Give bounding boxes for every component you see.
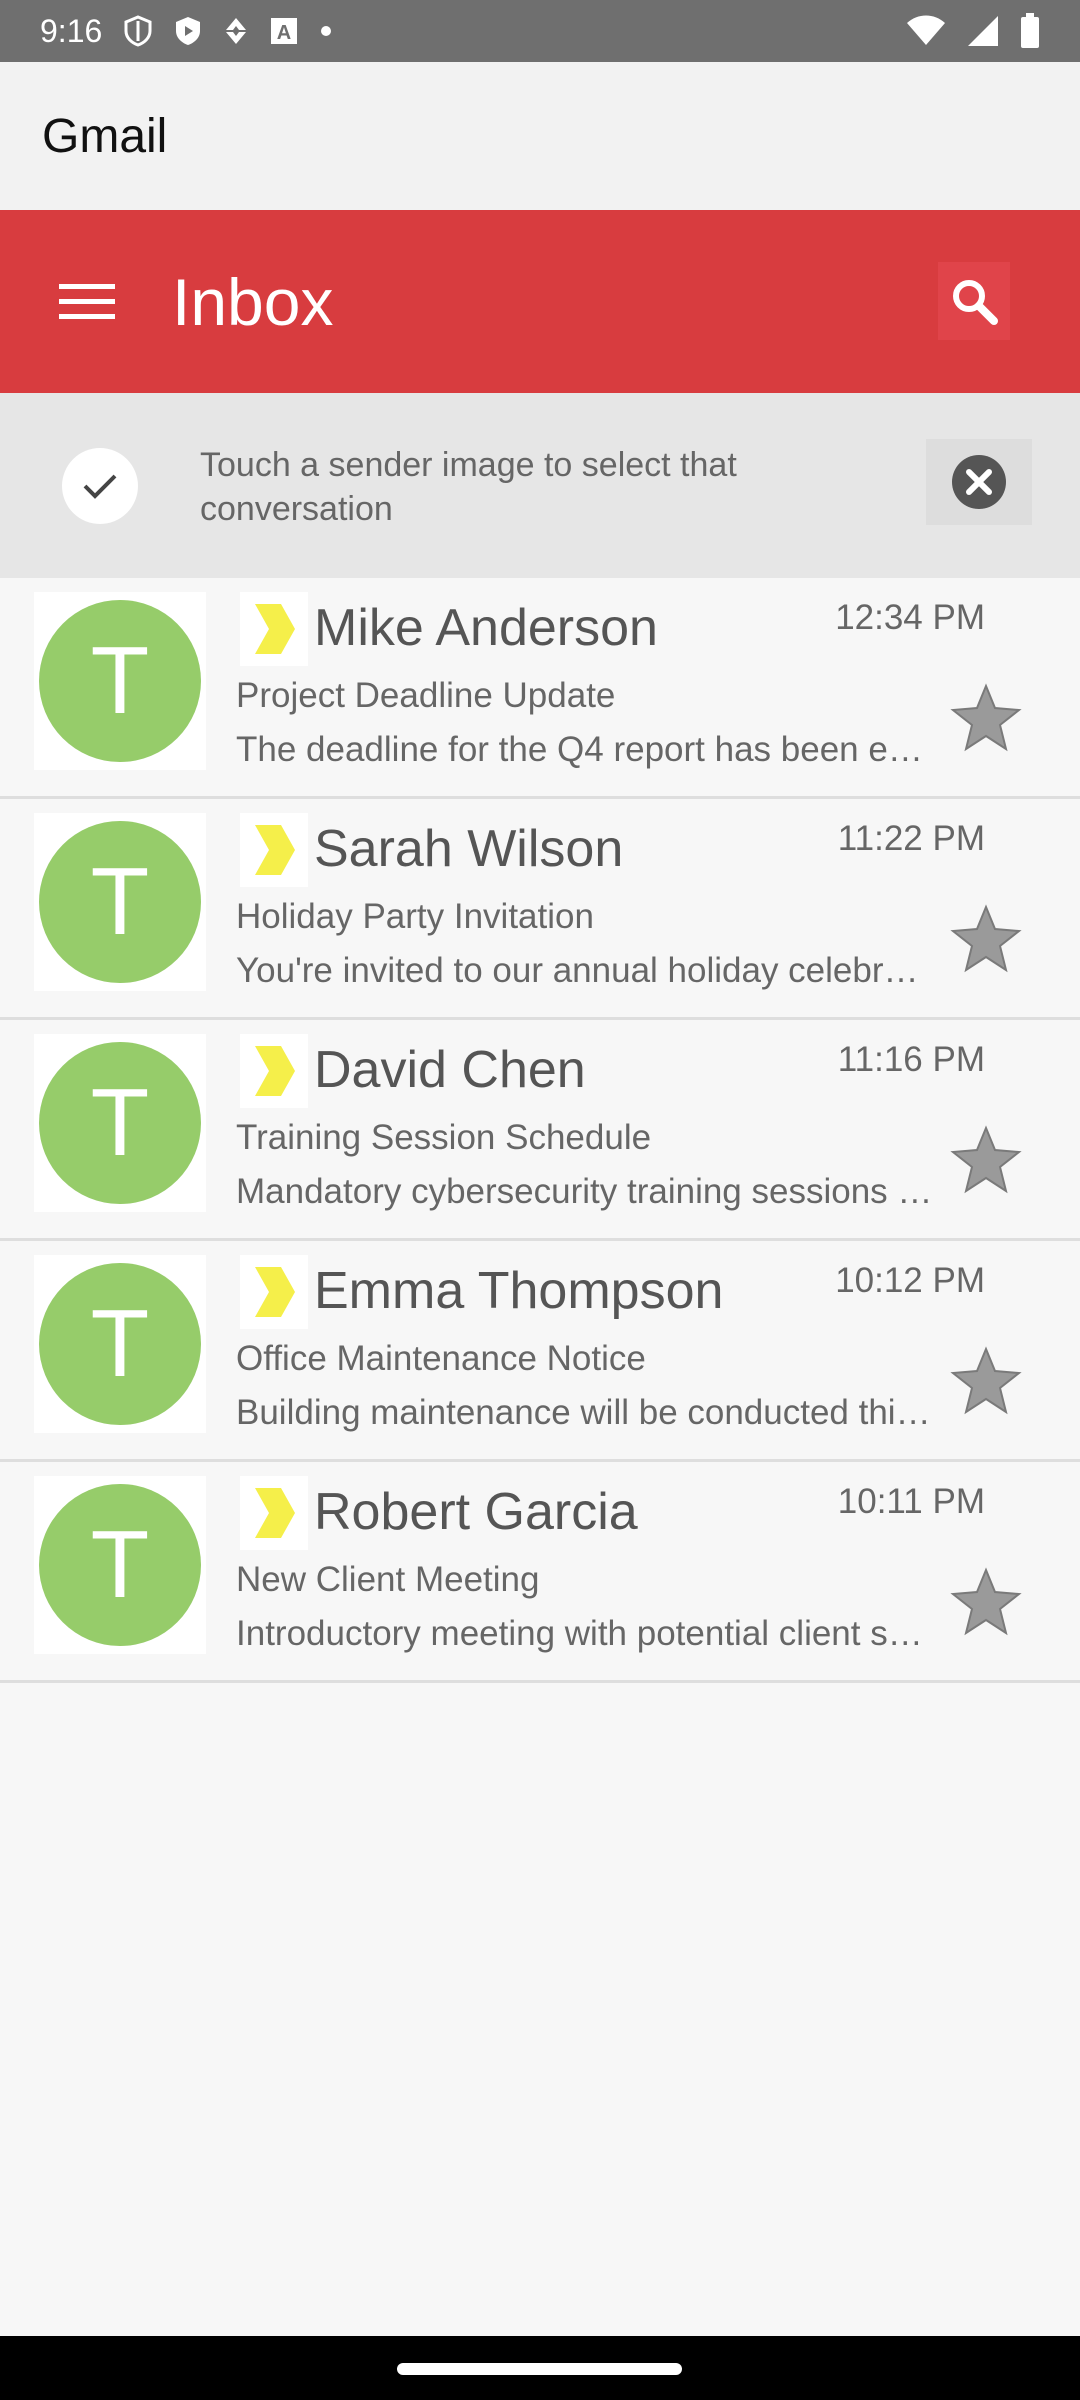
- app-bar: Gmail: [0, 62, 1080, 210]
- email-row[interactable]: T David Chen 11:16 PM Training Session S…: [0, 1020, 1080, 1241]
- sender-name: Mike Anderson: [314, 599, 658, 657]
- sender-name: David Chen: [314, 1041, 586, 1099]
- email-subject: Office Maintenance Notice: [236, 1339, 646, 1378]
- email-subject: Holiday Party Invitation: [236, 897, 594, 936]
- star-button[interactable]: [946, 1120, 1026, 1200]
- sender-name: Emma Thompson: [314, 1262, 724, 1320]
- email-row[interactable]: T Sarah Wilson 11:22 PM Holiday Party In…: [0, 799, 1080, 1020]
- star-icon: [950, 904, 1022, 973]
- sender-name: Robert Garcia: [314, 1483, 638, 1541]
- sender-avatar-button[interactable]: T: [34, 813, 206, 991]
- system-nav-bar: [0, 2336, 1080, 2400]
- email-subject: Project Deadline Update: [236, 676, 616, 715]
- email-time: 10:11 PM: [837, 1482, 985, 1521]
- hint-check-button[interactable]: [62, 448, 138, 524]
- search-icon: [953, 280, 998, 325]
- star-button[interactable]: [946, 899, 1026, 979]
- play-protect-icon: [176, 17, 201, 45]
- sender-avatar-button[interactable]: T: [34, 1034, 206, 1212]
- star-icon: [950, 1346, 1022, 1415]
- avatar: T: [39, 600, 201, 762]
- vpn-shield-icon: [124, 15, 152, 47]
- avatar: T: [39, 821, 201, 983]
- menu-icon: [59, 283, 115, 319]
- email-time: 12:34 PM: [835, 598, 985, 637]
- inbox-toolbar: Inbox: [0, 210, 1080, 393]
- importance-marker[interactable]: [240, 592, 308, 666]
- status-bar: 9:16 A: [0, 0, 1080, 62]
- a-badge-icon: A: [271, 18, 298, 44]
- email-row[interactable]: T Mike Anderson 12:34 PM Project Deadlin…: [0, 578, 1080, 799]
- avatar: T: [39, 1042, 201, 1204]
- status-left-icons: A: [124, 15, 332, 47]
- email-snippet: The deadline for the Q4 report has been …: [236, 730, 936, 769]
- importance-marker-icon: [255, 1488, 295, 1538]
- star-button[interactable]: [946, 678, 1026, 758]
- sender-name: Sarah Wilson: [314, 820, 624, 878]
- dot-icon: [321, 26, 332, 36]
- email-snippet: Introductory meeting with potential clie…: [236, 1614, 936, 1653]
- toolbar-title: Inbox: [172, 264, 334, 339]
- data-saver-icon: [226, 18, 247, 44]
- importance-marker-icon: [255, 825, 295, 875]
- status-time: 9:16: [40, 12, 103, 49]
- email-snippet: You're invited to our annual holiday cel…: [236, 951, 936, 990]
- sender-avatar-button[interactable]: T: [34, 1255, 206, 1433]
- sender-avatar-button[interactable]: T: [34, 592, 206, 770]
- wifi-icon: [907, 15, 945, 45]
- status-right-icons: [906, 13, 1040, 49]
- star-icon: [950, 683, 1022, 752]
- svg-text:A: A: [277, 22, 291, 44]
- email-row[interactable]: T Robert Garcia 10:11 PM New Client Meet…: [0, 1462, 1080, 1683]
- importance-marker[interactable]: [240, 1476, 308, 1550]
- email-time: 11:16 PM: [837, 1040, 985, 1079]
- sender-avatar-button[interactable]: T: [34, 1476, 206, 1654]
- avatar: T: [39, 1263, 201, 1425]
- hint-close-button[interactable]: [926, 439, 1032, 525]
- email-list: T Mike Anderson 12:34 PM Project Deadlin…: [0, 578, 1080, 1683]
- star-icon: [950, 1125, 1022, 1194]
- star-button[interactable]: [946, 1341, 1026, 1421]
- hint-text: Touch a sender image to select that conv…: [200, 446, 737, 528]
- close-icon: [952, 455, 1006, 509]
- signal-icon: [968, 16, 998, 46]
- star-icon: [950, 1567, 1022, 1636]
- home-gesture-handle[interactable]: [397, 2363, 682, 2375]
- star-button[interactable]: [946, 1562, 1026, 1642]
- email-row[interactable]: T Emma Thompson 10:12 PM Office Maintena…: [0, 1241, 1080, 1462]
- importance-marker-icon: [255, 604, 295, 654]
- importance-marker[interactable]: [240, 1255, 308, 1329]
- email-subject: Training Session Schedule: [236, 1118, 652, 1157]
- email-time: 10:12 PM: [835, 1261, 985, 1300]
- importance-marker[interactable]: [240, 813, 308, 887]
- check-icon: [83, 474, 117, 499]
- app-title: Gmail: [42, 109, 168, 163]
- battery-icon: [1021, 13, 1039, 48]
- menu-button[interactable]: [42, 257, 132, 347]
- email-snippet: Building maintenance will be conducted t…: [236, 1393, 936, 1432]
- importance-marker[interactable]: [240, 1034, 308, 1108]
- email-subject: New Client Meeting: [236, 1560, 540, 1599]
- search-button[interactable]: [938, 262, 1010, 340]
- email-snippet: Mandatory cybersecurity training session…: [236, 1172, 936, 1211]
- importance-marker-icon: [255, 1046, 295, 1096]
- selection-hint-bar: Touch a sender image to select that conv…: [0, 393, 1080, 578]
- email-time: 11:22 PM: [837, 819, 985, 858]
- importance-marker-icon: [255, 1267, 295, 1317]
- avatar: T: [39, 1484, 201, 1646]
